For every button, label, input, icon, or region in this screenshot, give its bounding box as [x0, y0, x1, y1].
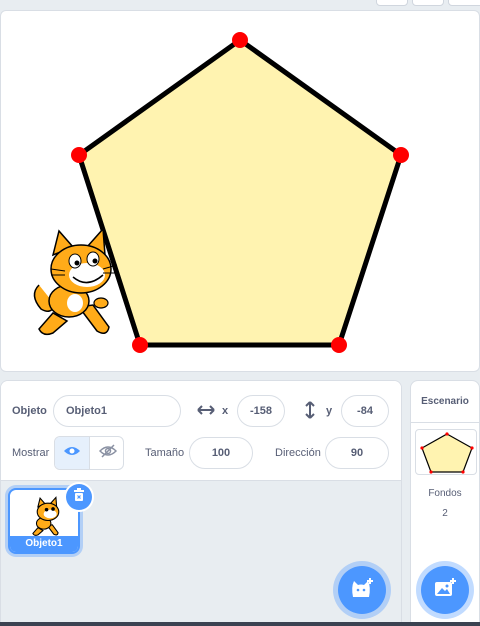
toolbar-stub: [412, 0, 444, 6]
toolbar-stub: [448, 0, 480, 6]
direction-input[interactable]: 90: [325, 437, 389, 469]
hide-button[interactable]: [90, 437, 123, 469]
add-sprite-button[interactable]: [338, 566, 386, 614]
y-input[interactable]: -84: [341, 395, 389, 427]
x-label: x: [222, 405, 229, 417]
pentagon-shape: [76, 37, 404, 348]
size-label: Tamaño: [145, 447, 185, 459]
stage-selector-title: Escenario: [411, 381, 479, 423]
y-label: y: [326, 405, 333, 417]
vertex-point: [71, 147, 87, 163]
vertex-point: [232, 32, 248, 48]
cat-add-icon: [350, 577, 374, 604]
sprite-name-label: Objeto: [12, 405, 47, 417]
size-input[interactable]: 100: [189, 437, 253, 469]
sprite-tile[interactable]: Objeto1: [8, 484, 92, 554]
sprite-tile-name: Objeto1: [10, 536, 78, 552]
horizontal-arrow-icon: [197, 403, 215, 421]
vertex-point: [331, 337, 347, 353]
direction-label: Dirección: [275, 447, 321, 459]
vertical-arrow-icon: [305, 401, 315, 424]
trash-icon: [73, 487, 85, 507]
stage-drawing: [33, 32, 409, 353]
stage-thumbnail[interactable]: [415, 429, 477, 475]
toolbar-stub: [376, 0, 408, 6]
image-add-icon: [433, 577, 457, 604]
x-input[interactable]: -158: [237, 395, 285, 427]
delete-sprite-button[interactable]: [66, 484, 92, 510]
backdrops-label: Fondos: [428, 488, 462, 499]
sprite-name-input[interactable]: Objeto1: [53, 395, 181, 427]
sprite-info: Objeto Objeto1 x -158 y -84 Mostrar Tama…: [1, 381, 401, 481]
vertex-point: [132, 337, 148, 353]
eye-icon: [63, 444, 81, 462]
stage-canvas[interactable]: [0, 10, 480, 372]
bottom-edge: [0, 622, 480, 626]
vertex-point: [393, 147, 409, 163]
show-button[interactable]: [55, 437, 90, 469]
show-label: Mostrar: [12, 447, 50, 459]
backdrops-count: 2: [442, 508, 448, 519]
visibility-toggle: [54, 436, 124, 470]
stage-thumbnail-image: [420, 432, 474, 474]
add-backdrop-button[interactable]: [421, 566, 469, 614]
eye-slash-icon: [98, 443, 117, 463]
